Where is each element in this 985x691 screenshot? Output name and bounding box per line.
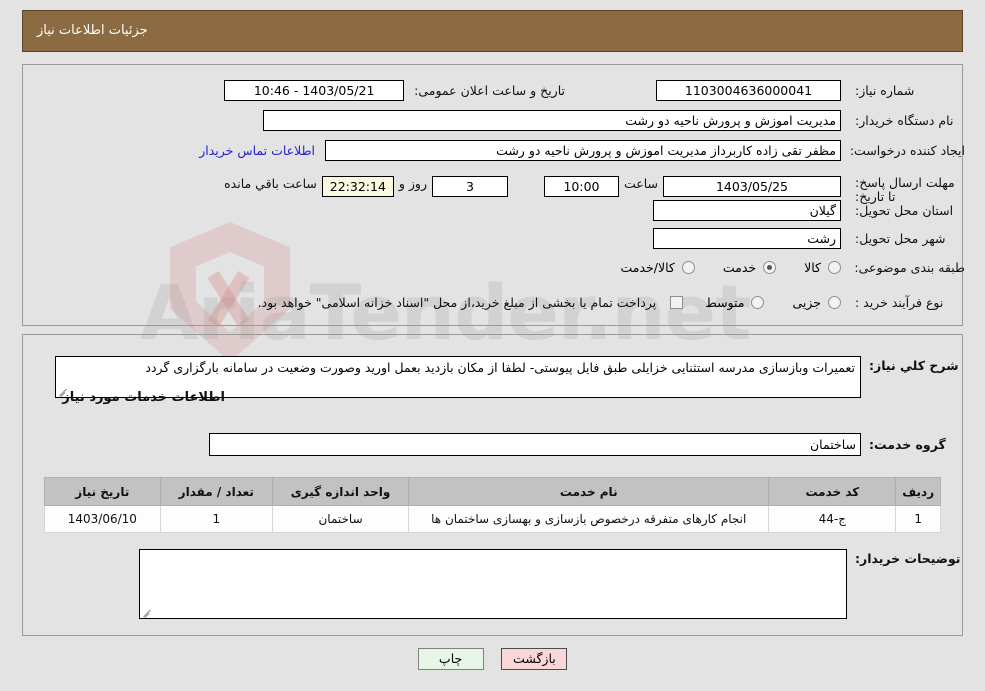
page-header-bar: جزئیات اطلاعات نیاز [22, 10, 963, 52]
category-label: طبقه بندی موضوعی: [854, 260, 965, 275]
islamic-treasury-checkbox[interactable] [670, 296, 684, 309]
need-number-value: 1103004636000041 [656, 80, 841, 101]
table-row: 1 ج-44 انجام کارهای متفرقه درخصوص بازساز… [44, 505, 941, 533]
deadline-days-label: روز و [398, 176, 427, 191]
table-header-row: ردیف کد خدمت نام خدمت واحد اندازه گیری ت… [44, 477, 941, 506]
row-city: شهر محل تحویل: رشت [653, 228, 965, 249]
category-radio-khedmat-label: خدمت [722, 260, 757, 275]
cell-code: ج-44 [768, 505, 897, 533]
col-unit: واحد اندازه گیری [271, 477, 410, 506]
islamic-treasury-note: پرداخت تمام یا بخشی از مبلغ خرید،از محل … [257, 295, 657, 310]
col-index: ردیف [895, 477, 941, 506]
row-need-number: شماره نیاز: 1103004636000041 [656, 80, 965, 101]
deadline-time-label: ساعت [623, 176, 658, 191]
need-number-label: شماره نیاز: [855, 83, 915, 98]
city-label: شهر محل تحویل: [855, 231, 946, 246]
category-radio-kala-label: کالا [804, 260, 821, 275]
category-radio-khedmat[interactable] [763, 261, 777, 274]
deadline-countdown: 22:32:14 [321, 176, 394, 197]
purchase-radio-motevaset[interactable] [751, 296, 765, 309]
col-code: کد خدمت [768, 477, 897, 506]
public-announce-value: 1403/05/21 - 10:46 [224, 80, 405, 101]
deadline-date: 1403/05/25 [663, 176, 841, 197]
purchase-type-label: نوع فرآیند خرید : [855, 295, 944, 310]
category-radio-kala-khedmat[interactable] [681, 261, 695, 274]
services-section-title: اطلاعات خدمات مورد نیاز [62, 390, 225, 405]
deadline-days: 3 [431, 176, 508, 197]
col-date: تاریخ نیاز [44, 477, 161, 506]
cell-quantity: 1 [159, 505, 273, 533]
cell-unit: ساختمان [271, 505, 410, 533]
page-title: جزئیات اطلاعات نیاز [37, 23, 148, 38]
deadline-time: 10:00 [543, 176, 619, 197]
action-button-bar: بازگشت چاپ [0, 648, 985, 670]
row-buyer-notes: توضیحات خریدار: [139, 549, 965, 619]
category-option-kala-khedmat[interactable]: کالا/خدمت [618, 260, 695, 275]
row-public-announce: تاریخ و ساعت اعلان عمومی: 1403/05/21 - 1… [224, 80, 565, 101]
row-requester: ایجاد کننده درخواست: مظفر تقی زاده کاربر… [199, 140, 965, 161]
service-group-value: ساختمان [209, 433, 861, 456]
buyer-org-label: نام دستگاه خریدار: [855, 113, 954, 128]
deadline-remaining-label: ساعت باقي مانده [224, 176, 317, 191]
general-desc-label: شرح کلي نیاز: [869, 358, 959, 373]
city-value: رشت [653, 228, 841, 249]
purchase-option-jozi[interactable]: جزیی [790, 295, 841, 310]
row-province: استان محل تحویل: گیلان [653, 200, 965, 221]
category-option-khedmat[interactable]: خدمت [721, 260, 777, 275]
col-name: نام خدمت [408, 477, 770, 506]
col-quantity: تعداد / مقدار [159, 477, 273, 506]
print-button[interactable]: چاپ [417, 648, 484, 670]
buyer-notes-label: توضیحات خریدار: [855, 551, 961, 566]
buyer-org-value: مدیریت اموزش و پرورش ناحیه دو رشت [263, 110, 841, 131]
requester-label: ایجاد کننده درخواست: [849, 143, 965, 158]
purchase-radio-motevaset-label: متوسط [705, 295, 745, 310]
back-button[interactable]: بازگشت [501, 648, 568, 670]
buyer-notes-value[interactable] [139, 549, 847, 619]
category-radio-kala-khedmat-label: کالا/خدمت [620, 260, 675, 275]
buyer-contact-link[interactable]: اطلاعات تماس خریدار [199, 143, 325, 158]
cell-name: انجام کارهای متفرقه درخصوص بازسازی و بهس… [408, 505, 770, 533]
services-table: ردیف کد خدمت نام خدمت واحد اندازه گیری ت… [44, 477, 941, 533]
province-value: گیلان [653, 200, 841, 221]
purchase-radio-jozi[interactable] [828, 296, 841, 309]
row-service-group: گروه خدمت: ساختمان [209, 433, 965, 456]
category-radio-kala[interactable] [828, 261, 841, 274]
general-desc-text: تعمیرات وبازسازی مدرسه استثنایی خزایلی ط… [145, 360, 855, 375]
province-label: استان محل تحویل: [855, 203, 954, 218]
row-purchase-type: نوع فرآیند خرید : جزیی متوسط پرداخت تمام… [258, 295, 965, 310]
row-buyer-org: نام دستگاه خریدار: مدیریت اموزش و پرورش … [263, 110, 965, 131]
category-option-kala[interactable]: کالا [802, 260, 841, 275]
purchase-radio-jozi-label: جزیی [792, 295, 821, 310]
row-category: طبقه بندی موضوعی: کالا خدمت کالا/خدمت [618, 260, 965, 275]
public-announce-label: تاریخ و ساعت اعلان عمومی: [414, 83, 565, 98]
requester-value: مظفر تقی زاده کاربرداز مدیریت اموزش و پر… [325, 140, 841, 161]
cell-index: 1 [895, 505, 941, 533]
buyer-notes-resize-grip-icon[interactable] [143, 608, 152, 617]
cell-date: 1403/06/10 [44, 505, 161, 533]
service-group-label: گروه خدمت: [869, 437, 946, 452]
purchase-option-motevaset[interactable]: متوسط [703, 295, 765, 310]
